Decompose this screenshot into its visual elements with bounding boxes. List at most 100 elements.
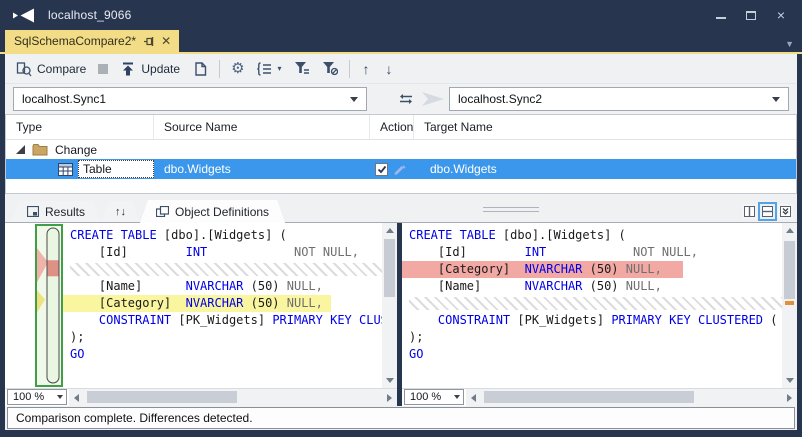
update-button[interactable]: Update (115, 58, 185, 80)
filter-clear-icon (322, 61, 338, 77)
chevron-down-icon: ▾ (277, 64, 282, 73)
expand-collapse-icon[interactable] (16, 145, 25, 154)
target-pane-bottom-bar: 100 % (402, 388, 797, 406)
code-line: CONSTRAINT [PK_Widgets] PRIMARY KEY CLUS… (98, 313, 382, 327)
group-results-button[interactable]: ▾ (252, 58, 287, 80)
include-checkbox[interactable] (375, 162, 388, 176)
code-line: GO (70, 347, 85, 361)
code-line: CREATE TABLE [dbo].[Widgets] ( (409, 228, 626, 242)
code-line: CREATE TABLE [dbo].[Widgets] ( (70, 228, 287, 242)
target-database-dropdown[interactable]: localhost.Sync2 (449, 87, 789, 111)
code-line: CONSTRAINT [PK_Widgets] PRIMARY KEY CLUS… (437, 313, 778, 327)
target-vertical-scrollbar[interactable] (782, 223, 797, 388)
code-line (402, 295, 782, 312)
code-line: [Name] NVARCHAR (50) NULL, (409, 279, 662, 293)
scrollbar-thumb[interactable] (784, 241, 795, 299)
source-vertical-scrollbar[interactable] (382, 223, 397, 388)
scrollbar-thumb[interactable] (484, 391, 694, 403)
panel-drag-grip[interactable] (483, 207, 539, 215)
document-client-area: Compare Update ⚙ ▾ ↑ ↓ localhost.Sync1 l… (5, 54, 797, 430)
collapse-chevrons-icon (780, 206, 791, 217)
source-database-value: localhost.Sync1 (22, 92, 107, 106)
swap-arrows-icon (400, 94, 412, 104)
group-row-change[interactable]: Change (6, 140, 796, 159)
target-code-area: CREATE TABLE [dbo].[Widgets] ( [Id] INT … (402, 223, 782, 388)
source-zoom-dropdown[interactable]: 100 % (7, 389, 67, 405)
tab-label: SqlSchemaCompare2* (14, 34, 137, 48)
table-icon (58, 162, 73, 176)
scroll-left-icon[interactable] (471, 393, 476, 402)
scroll-up-icon[interactable] (785, 228, 794, 233)
status-bar: Comparison complete. Differences detecte… (7, 407, 795, 429)
results-icon (27, 206, 39, 217)
row-action-cell (370, 162, 414, 176)
stop-button[interactable] (93, 61, 113, 77)
diff-overview-map[interactable] (35, 224, 63, 387)
previous-difference-button[interactable]: ↑ (356, 61, 377, 77)
target-horizontal-scrollbar[interactable] (466, 389, 797, 406)
object-definitions-icon (156, 206, 169, 217)
tab-object-definitions-label: Object Definitions (175, 204, 270, 219)
target-zoom-dropdown[interactable]: 100 % (404, 389, 464, 405)
layout-vertical-split-button[interactable] (742, 204, 757, 219)
toolbar-separator (348, 59, 350, 78)
diff-overview-graphic (37, 227, 60, 384)
tab-sql-schema-compare[interactable]: SqlSchemaCompare2* ✕ (5, 30, 180, 52)
code-line: [Category] NVARCHAR (50) NULL, (63, 295, 382, 312)
update-icon (120, 61, 136, 77)
source-definition-pane: CREATE TABLE [dbo].[Widgets] ( [Id] INT … (5, 223, 397, 406)
tab-close-icon[interactable]: ✕ (161, 35, 171, 47)
generate-script-icon (192, 61, 208, 77)
maximize-button[interactable] (736, 4, 766, 26)
tab-sort-order[interactable]: ↑↓ (101, 201, 140, 222)
scroll-right-icon[interactable] (787, 393, 792, 402)
options-button[interactable]: ⚙ (226, 58, 249, 79)
source-horizontal-scrollbar[interactable] (69, 389, 397, 406)
vertical-split-icon (744, 206, 755, 217)
filter-clear-button[interactable] (317, 58, 343, 80)
code-line: [Id] INT NOT NULL, (70, 245, 360, 259)
schema-compare-toolbar: Compare Update ⚙ ▾ ↑ ↓ (5, 54, 797, 84)
filter-equal-objects-button[interactable] (289, 58, 315, 80)
column-header-type[interactable]: Type (6, 115, 154, 139)
document-tab-strip: SqlSchemaCompare2* ✕ ▼ (0, 30, 802, 54)
connection-row: localhost.Sync1 localhost.Sync2 (5, 84, 797, 114)
tab-overflow-chevron-icon[interactable]: ▼ (785, 39, 794, 52)
column-header-target-name[interactable]: Target Name (414, 115, 796, 139)
row-source-name: dbo.Widgets (164, 162, 231, 176)
minimize-button[interactable] (706, 4, 736, 26)
scrollbar-thumb[interactable] (87, 391, 237, 403)
column-header-action[interactable]: Action (370, 115, 414, 139)
scroll-right-icon[interactable] (387, 393, 392, 402)
row-type-value[interactable]: Table (78, 160, 154, 178)
close-button[interactable]: × (766, 4, 796, 26)
code-line (63, 261, 382, 278)
next-difference-button[interactable]: ↓ (379, 61, 400, 77)
collapse-panel-button[interactable] (778, 204, 793, 219)
tab-object-definitions[interactable]: Object Definitions (140, 200, 285, 223)
generate-script-button[interactable] (187, 58, 213, 80)
column-header-source-name[interactable]: Source Name (154, 115, 370, 139)
scroll-down-icon[interactable] (385, 378, 394, 383)
scroll-down-icon[interactable] (785, 378, 794, 383)
scroll-left-icon[interactable] (74, 393, 79, 402)
swap-source-target-button[interactable] (395, 88, 417, 110)
compare-button[interactable]: Compare (11, 58, 91, 80)
code-line: ); (409, 330, 424, 344)
minimize-icon (716, 17, 726, 19)
maximize-icon (746, 10, 756, 20)
tab-results[interactable]: Results (11, 201, 101, 222)
grid-empty-area (6, 179, 796, 193)
layout-horizontal-split-button[interactable] (758, 202, 777, 221)
difference-row-widgets[interactable]: Table dbo.Widgets dbo.Widgets (6, 159, 796, 179)
group-label: Change (55, 142, 98, 157)
tab-results-label: Results (45, 204, 86, 219)
source-database-dropdown[interactable]: localhost.Sync1 (13, 87, 367, 111)
group-by-icon (257, 61, 273, 77)
target-database-value: localhost.Sync2 (458, 92, 543, 106)
scrollbar-thumb[interactable] (384, 239, 395, 297)
object-definitions-panes: CREATE TABLE [dbo].[Widgets] ( [Id] INT … (5, 223, 797, 406)
scroll-up-icon[interactable] (385, 228, 394, 233)
compare-direction-arrow-icon (420, 91, 446, 107)
pin-icon[interactable] (143, 36, 154, 47)
